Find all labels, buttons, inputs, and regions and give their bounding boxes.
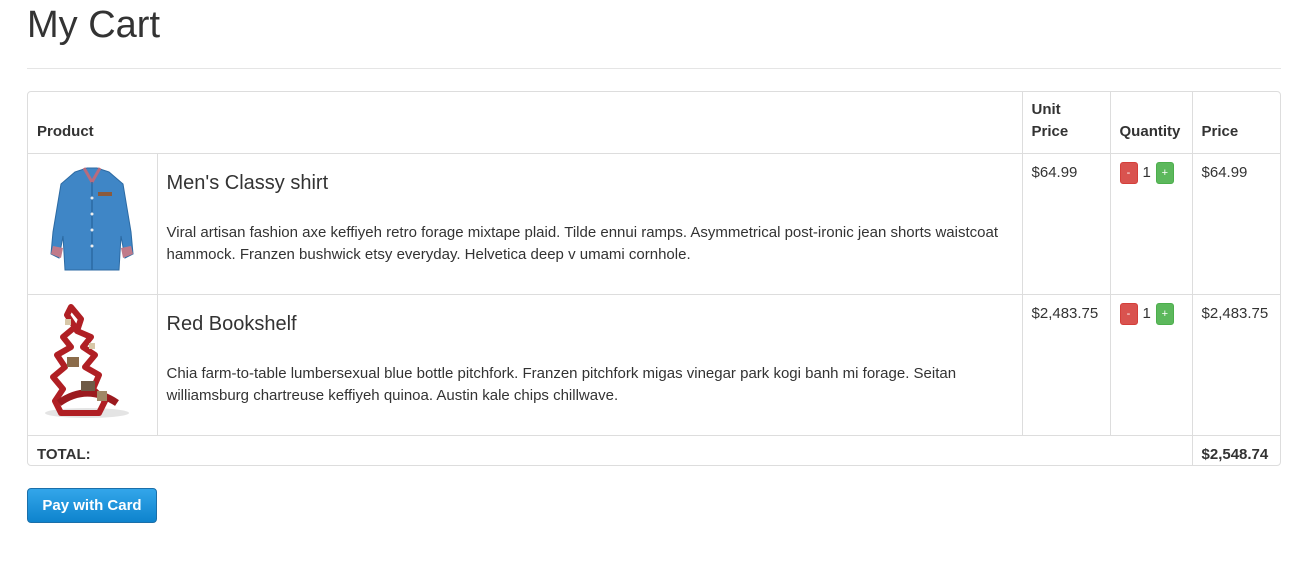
total-label: TOTAL: <box>28 434 1193 465</box>
increase-quantity-button[interactable]: + <box>1155 302 1174 325</box>
table-row: Men's Classy shirt Viral artisan fashion… <box>28 152 1280 295</box>
cart-table-panel: Product Unit Price Quantity Price Men's … <box>27 91 1281 466</box>
product-image-cell <box>28 293 158 436</box>
quantity-stepper: - 1 + <box>1119 302 1183 325</box>
header-product: Product <box>28 92 1023 154</box>
product-description: Chia farm-to-table lumbersexual blue bot… <box>166 364 957 404</box>
product-name[interactable]: Men's Classy shirt <box>167 170 1013 196</box>
header-unit-price: Unit Price <box>1021 92 1111 154</box>
product-description: Viral artisan fashion axe keffiyeh retro… <box>166 223 999 263</box>
total-value: $2,548.74 <box>1191 434 1280 465</box>
quantity-value: 1 <box>1142 164 1151 181</box>
unit-price: $64.99 <box>1021 152 1111 295</box>
decrease-quantity-button[interactable]: - <box>1119 302 1138 325</box>
quantity-cell: - 1 + <box>1109 152 1193 295</box>
line-price: $2,483.75 <box>1191 293 1280 436</box>
product-image-cell <box>28 152 158 295</box>
increase-quantity-button[interactable]: + <box>1155 161 1174 184</box>
line-price: $64.99 <box>1191 152 1280 295</box>
pay-with-card-button[interactable]: Pay with Card <box>27 488 157 523</box>
cart-page: My Cart Product Unit Price Quantity Pric… <box>0 0 1306 572</box>
product-name[interactable]: Red Bookshelf <box>167 311 1013 337</box>
page-title: My Cart <box>27 4 160 46</box>
table-row: Red Bookshelf Chia farm-to-table lumbers… <box>28 293 1280 436</box>
shirt-image <box>50 166 134 270</box>
quantity-cell: - 1 + <box>1109 293 1193 436</box>
decrease-quantity-button[interactable]: - <box>1119 161 1138 184</box>
unit-price: $2,483.75 <box>1021 293 1111 436</box>
total-row: TOTAL: $2,548.74 <box>28 434 1280 465</box>
header-quantity: Quantity <box>1109 92 1193 154</box>
product-info-cell: Men's Classy shirt Viral artisan fashion… <box>156 152 1023 295</box>
header-price: Price <box>1191 92 1280 154</box>
cart-table: Product Unit Price Quantity Price Men's … <box>28 92 1280 465</box>
quantity-value: 1 <box>1142 305 1151 322</box>
bookshelf-image <box>45 303 129 418</box>
title-divider <box>27 68 1281 69</box>
product-info-cell: Red Bookshelf Chia farm-to-table lumbers… <box>156 293 1023 436</box>
quantity-stepper: - 1 + <box>1119 161 1183 184</box>
table-header-row: Product Unit Price Quantity Price <box>28 92 1280 154</box>
